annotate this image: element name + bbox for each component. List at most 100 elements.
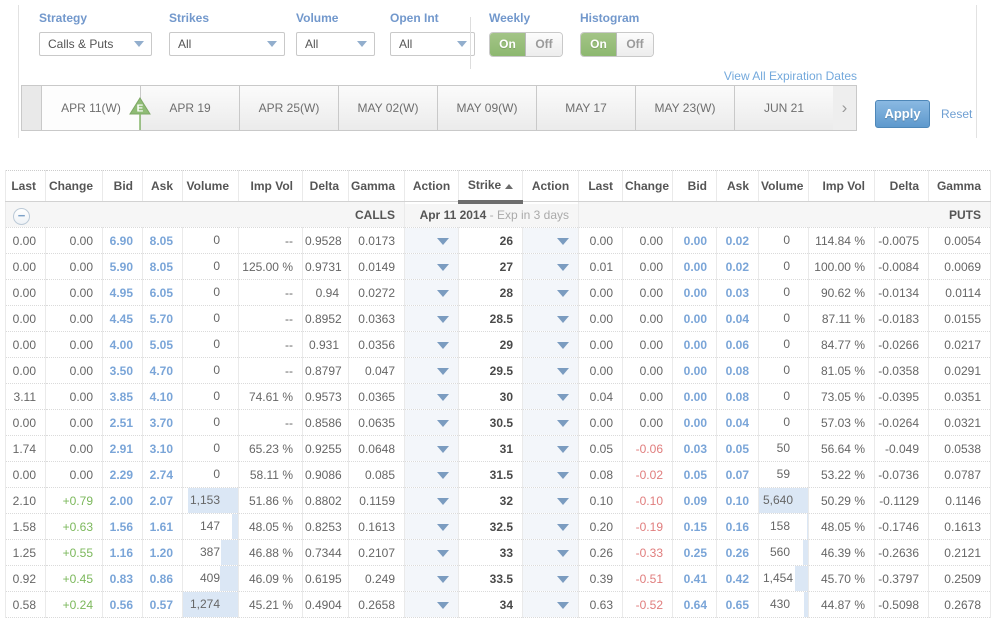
call-bid-cell[interactable]: 2.29 <box>103 462 143 488</box>
put-bid-cell[interactable]: 0.00 <box>673 306 717 332</box>
histogram-off-button[interactable]: Off <box>617 33 653 56</box>
put-bid-cell[interactable]: 0.64 <box>673 592 717 618</box>
expiration-tab-apr-19[interactable]: APR 19 <box>140 85 239 131</box>
put-ask-cell[interactable]: 0.16 <box>717 514 759 540</box>
call-ask-cell[interactable]: 0.86 <box>143 566 183 592</box>
put-ask-cell[interactable]: 0.02 <box>717 228 759 254</box>
call-ask-cell[interactable]: 5.05 <box>143 332 183 358</box>
put-bid-cell[interactable]: 0.00 <box>673 358 717 384</box>
call-ask-cell[interactable]: 3.10 <box>143 436 183 462</box>
call-bid-cell[interactable]: 6.90 <box>103 228 143 254</box>
call-action-dropdown[interactable] <box>405 540 459 566</box>
histogram-on-button[interactable]: On <box>581 33 617 56</box>
call-ask-cell[interactable]: 0.57 <box>143 592 183 618</box>
call-ask-cell[interactable]: 6.05 <box>143 280 183 306</box>
call-bid-cell[interactable]: 2.51 <box>103 410 143 436</box>
put-ask-cell[interactable]: 0.04 <box>717 306 759 332</box>
put-ask-cell[interactable]: 0.07 <box>717 462 759 488</box>
put-bid-cell[interactable]: 0.05 <box>673 462 717 488</box>
weekly-off-button[interactable]: Off <box>526 33 562 56</box>
call-ask-cell[interactable]: 1.61 <box>143 514 183 540</box>
call-bid-cell[interactable]: 1.16 <box>103 540 143 566</box>
put-bid-cell[interactable]: 0.00 <box>673 384 717 410</box>
put-bid-cell[interactable]: 0.15 <box>673 514 717 540</box>
call-bid-cell[interactable]: 3.50 <box>103 358 143 384</box>
call-action-dropdown[interactable] <box>405 306 459 332</box>
call-bid-cell[interactable]: 0.83 <box>103 566 143 592</box>
put-bid-cell[interactable]: 0.00 <box>673 410 717 436</box>
put-action-dropdown[interactable] <box>523 254 579 280</box>
call-bid-cell[interactable]: 2.00 <box>103 488 143 514</box>
put-ask-cell[interactable]: 0.03 <box>717 280 759 306</box>
put-ask-cell[interactable]: 0.05 <box>717 436 759 462</box>
volume-select[interactable]: All <box>296 32 375 56</box>
put-ask-cell[interactable]: 0.04 <box>717 410 759 436</box>
put-action-dropdown[interactable] <box>523 592 579 618</box>
expiration-tab-may-17[interactable]: MAY 17 <box>536 85 635 131</box>
call-bid-cell[interactable]: 4.00 <box>103 332 143 358</box>
call-ask-cell[interactable]: 5.70 <box>143 306 183 332</box>
put-ask-cell[interactable]: 0.08 <box>717 384 759 410</box>
call-action-dropdown[interactable] <box>405 280 459 306</box>
put-action-dropdown[interactable] <box>523 332 579 358</box>
put-action-dropdown[interactable] <box>523 436 579 462</box>
call-bid-cell[interactable]: 4.45 <box>103 306 143 332</box>
put-ask-cell[interactable]: 0.10 <box>717 488 759 514</box>
call-bid-cell[interactable]: 3.85 <box>103 384 143 410</box>
put-ask-cell[interactable]: 0.06 <box>717 332 759 358</box>
put-bid-cell[interactable]: 0.00 <box>673 228 717 254</box>
call-action-dropdown[interactable] <box>405 332 459 358</box>
put-ask-cell[interactable]: 0.02 <box>717 254 759 280</box>
expiration-tab-apr-25-w-[interactable]: APR 25(W) <box>239 85 338 131</box>
put-action-dropdown[interactable] <box>523 280 579 306</box>
expiration-tab-apr-11-w-[interactable]: APR 11(W) <box>41 85 140 131</box>
collapse-group-button[interactable]: − <box>13 208 30 225</box>
strategy-select[interactable]: Calls & Puts <box>39 32 152 56</box>
call-action-dropdown[interactable] <box>405 566 459 592</box>
call-action-dropdown[interactable] <box>405 436 459 462</box>
strike-column-header[interactable]: Strike <box>459 171 523 202</box>
weekly-on-button[interactable]: On <box>490 33 526 56</box>
put-bid-cell[interactable]: 0.00 <box>673 254 717 280</box>
put-action-dropdown[interactable] <box>523 566 579 592</box>
expiration-tab-may-23-w-[interactable]: MAY 23(W) <box>635 85 734 131</box>
put-action-dropdown[interactable] <box>523 540 579 566</box>
put-ask-cell[interactable]: 0.08 <box>717 358 759 384</box>
put-ask-cell[interactable]: 0.65 <box>717 592 759 618</box>
put-bid-cell[interactable]: 0.00 <box>673 332 717 358</box>
open-int-select[interactable]: All <box>390 32 475 56</box>
call-bid-cell[interactable]: 1.56 <box>103 514 143 540</box>
put-bid-cell[interactable]: 0.00 <box>673 280 717 306</box>
strikes-select[interactable]: All <box>169 32 285 56</box>
call-bid-cell[interactable]: 0.56 <box>103 592 143 618</box>
put-action-dropdown[interactable] <box>523 384 579 410</box>
put-action-dropdown[interactable] <box>523 306 579 332</box>
put-action-dropdown[interactable] <box>523 488 579 514</box>
put-bid-cell[interactable]: 0.41 <box>673 566 717 592</box>
call-ask-cell[interactable]: 8.05 <box>143 228 183 254</box>
call-ask-cell[interactable]: 8.05 <box>143 254 183 280</box>
reset-link[interactable]: Reset <box>941 107 972 121</box>
call-ask-cell[interactable]: 4.70 <box>143 358 183 384</box>
apply-button[interactable]: Apply <box>875 100 930 128</box>
next-expirations-arrow-icon[interactable]: › <box>833 85 857 131</box>
call-action-dropdown[interactable] <box>405 462 459 488</box>
call-ask-cell[interactable]: 3.70 <box>143 410 183 436</box>
expiration-tab-jun-21[interactable]: JUN 21 <box>734 85 833 131</box>
call-action-dropdown[interactable] <box>405 410 459 436</box>
call-action-dropdown[interactable] <box>405 592 459 618</box>
call-bid-cell[interactable]: 5.90 <box>103 254 143 280</box>
call-ask-cell[interactable]: 2.74 <box>143 462 183 488</box>
put-ask-cell[interactable]: 0.42 <box>717 566 759 592</box>
put-bid-cell[interactable]: 0.03 <box>673 436 717 462</box>
call-bid-cell[interactable]: 2.91 <box>103 436 143 462</box>
put-action-dropdown[interactable] <box>523 228 579 254</box>
put-bid-cell[interactable]: 0.09 <box>673 488 717 514</box>
put-action-dropdown[interactable] <box>523 462 579 488</box>
call-ask-cell[interactable]: 1.20 <box>143 540 183 566</box>
call-action-dropdown[interactable] <box>405 254 459 280</box>
call-bid-cell[interactable]: 4.95 <box>103 280 143 306</box>
put-action-dropdown[interactable] <box>523 410 579 436</box>
call-ask-cell[interactable]: 4.10 <box>143 384 183 410</box>
call-action-dropdown[interactable] <box>405 488 459 514</box>
